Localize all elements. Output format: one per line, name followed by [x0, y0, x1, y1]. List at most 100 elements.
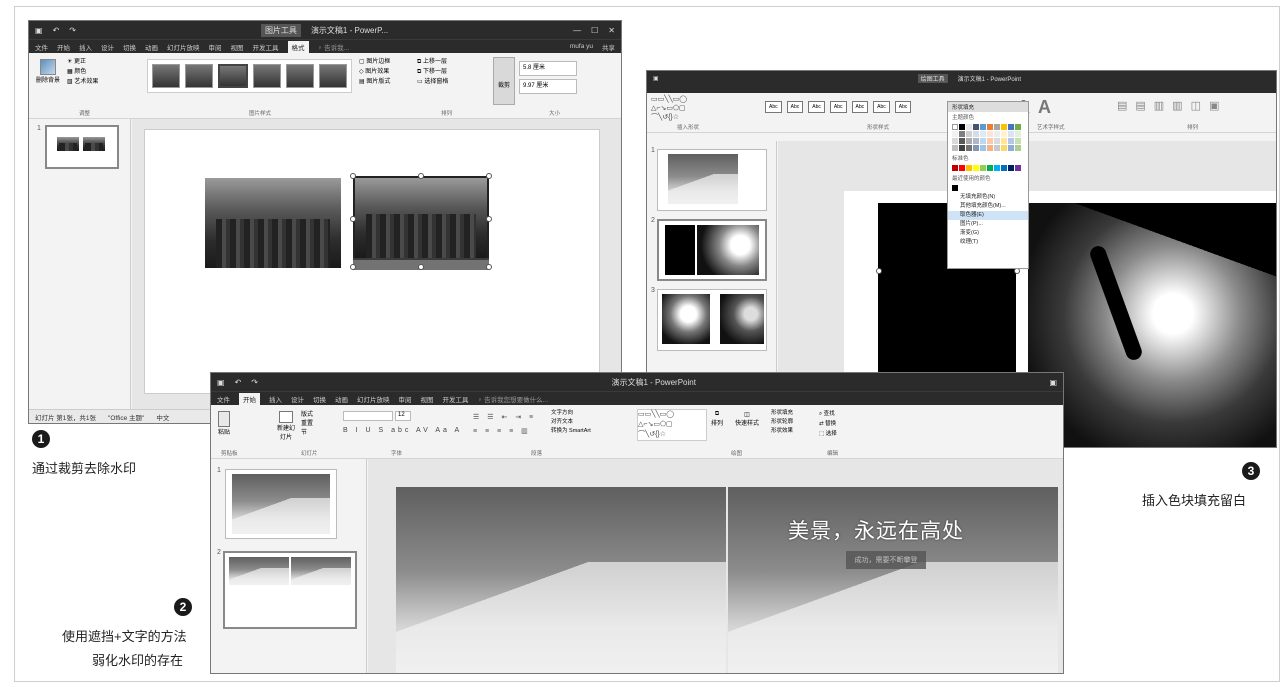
tab-insert[interactable]: 插入 — [79, 42, 92, 52]
quick-styles-button[interactable]: ◫ 快速样式 — [735, 411, 759, 427]
tab-animations[interactable]: 动画 — [335, 394, 348, 404]
undo-icon[interactable]: ↶ — [53, 26, 60, 35]
tab-file[interactable]: 文件 — [35, 42, 48, 52]
slide-thumbnail[interactable] — [223, 551, 357, 629]
selection-pane-button[interactable]: ▭ 选择窗格 — [417, 77, 448, 87]
maximize-icon[interactable]: ☐ — [591, 26, 598, 35]
color-button[interactable]: ▦ 颜色 — [67, 67, 98, 77]
share-button[interactable]: 共享 — [602, 42, 615, 52]
watermark-cover-box[interactable]: 成功，需要不断攀登 — [846, 551, 926, 569]
height-input[interactable]: 5.8 厘米 — [519, 61, 577, 76]
shape-fill-button[interactable]: 形状填充 — [948, 102, 1028, 112]
shape-style[interactable]: Abc — [894, 101, 912, 113]
gradient-fill-item[interactable]: 渐变(G) — [948, 229, 1028, 238]
arrange-buttons[interactable]: ▤▤▥▥◫▣ — [1117, 99, 1227, 112]
eyedropper-item[interactable]: 取色器(E) — [948, 211, 1028, 220]
shape-effects-button[interactable]: 形状效果 — [771, 427, 793, 436]
tab-transitions[interactable]: 切换 — [313, 394, 326, 404]
tab-animations[interactable]: 动画 — [145, 42, 158, 52]
save-icon[interactable]: ▣ — [653, 75, 659, 82]
tab-view[interactable]: 视图 — [421, 394, 434, 404]
style-thumb[interactable] — [319, 64, 347, 88]
tab-view[interactable]: 视图 — [231, 42, 244, 52]
find-button[interactable]: ⌕ 查找 — [819, 409, 837, 419]
section-button[interactable]: 节 — [301, 429, 313, 438]
reset-button[interactable]: 重置 — [301, 420, 313, 429]
redo-icon[interactable]: ↷ — [69, 26, 76, 35]
undo-icon[interactable]: ↶ — [235, 378, 242, 387]
slide-thumbnail[interactable] — [45, 125, 119, 169]
tab-slideshow[interactable]: 幻灯片放映 — [357, 394, 390, 404]
tab-review[interactable]: 审阅 — [209, 42, 222, 52]
bring-forward-button[interactable]: ⧉ 上移一层 — [417, 57, 448, 67]
close-icon[interactable]: ✕ — [608, 26, 615, 35]
corrections-button[interactable]: ☀ 更正 — [67, 57, 98, 67]
save-icon[interactable]: ▣ — [217, 378, 225, 387]
ribbon-display-icon[interactable]: ▣ — [1049, 378, 1057, 387]
tab-design[interactable]: 设计 — [291, 394, 304, 404]
shape-style[interactable]: Abc — [829, 101, 847, 113]
style-thumb[interactable] — [185, 64, 213, 88]
shape-fill-button[interactable]: 形状填充 — [771, 409, 793, 418]
slide-heading[interactable]: 美景，永远在高处 — [788, 515, 964, 545]
crop-handle[interactable] — [350, 264, 356, 270]
arrange-button[interactable]: ⧉ 排列 — [711, 411, 723, 427]
width-input[interactable]: 9.97 厘米 — [519, 79, 577, 94]
tell-me-search[interactable]: ♀ 告诉我您想要做什么... — [478, 394, 549, 404]
tab-developer[interactable]: 开发工具 — [443, 394, 469, 404]
crop-handle[interactable] — [418, 173, 424, 179]
tab-insert[interactable]: 插入 — [269, 394, 282, 404]
remove-background-button[interactable]: 删除背景 — [35, 59, 61, 84]
shape-outline-button[interactable]: 形状轮廓 — [771, 418, 793, 427]
tab-format[interactable]: 格式 — [287, 40, 309, 53]
crop-handle[interactable] — [486, 216, 492, 222]
shape-styles-gallery[interactable]: Abc Abc Abc Abc Abc Abc Abc — [765, 101, 912, 113]
tab-design[interactable]: 设计 — [101, 42, 114, 52]
shapes-gallery[interactable]: ▭▭╲╲▭◯ △⌐↘▭⬠▢ ⌒╲↺{}☆ — [637, 409, 707, 441]
slide-thumbnail[interactable] — [225, 469, 337, 539]
picture-effects-button[interactable]: ◇ 图片效果 — [359, 67, 390, 77]
style-thumb[interactable] — [218, 64, 248, 88]
new-slide-button[interactable]: 新建幻灯片 — [275, 411, 297, 441]
tab-transitions[interactable]: 切换 — [123, 42, 136, 52]
slide-thumbnail[interactable] — [657, 219, 767, 281]
theme-color-swatches[interactable] — [948, 122, 1028, 153]
mountain-photo-cropping[interactable] — [353, 176, 489, 260]
standard-color-swatches[interactable] — [948, 163, 1028, 173]
font-name-input[interactable] — [343, 411, 393, 421]
redo-icon[interactable]: ↷ — [251, 378, 258, 387]
style-thumb[interactable] — [286, 64, 314, 88]
minimize-icon[interactable]: — — [573, 26, 581, 35]
crop-button[interactable]: 裁剪 — [493, 57, 515, 105]
tab-developer[interactable]: 开发工具 — [253, 42, 279, 52]
align-text-button[interactable]: 对齐文本 — [551, 418, 591, 427]
tab-file[interactable]: 文件 — [217, 394, 230, 404]
crop-handle[interactable] — [350, 173, 356, 179]
crop-handle[interactable] — [418, 264, 424, 270]
replace-button[interactable]: ⇄ 替换 — [819, 419, 837, 429]
picture-layout-button[interactable]: ▤ 图片版式 — [359, 77, 390, 87]
text-direction-button[interactable]: 文字方向 — [551, 409, 591, 418]
crop-handle[interactable] — [350, 216, 356, 222]
shape-style[interactable]: Abc — [786, 101, 804, 113]
no-fill-item[interactable]: 无填充颜色(N) — [948, 193, 1028, 202]
style-thumb[interactable] — [253, 64, 281, 88]
recent-color-swatches[interactable] — [948, 183, 1028, 193]
insert-shapes-gallery[interactable]: ▭▭╲╲▭◯ △⌐↘▭⬠▢ ⌒╲↺{}☆ — [651, 95, 723, 123]
shape-style[interactable]: Abc — [808, 101, 825, 113]
select-button[interactable]: ⬚ 选择 — [819, 429, 837, 439]
shape-style[interactable]: Abc — [873, 101, 890, 113]
picture-styles-gallery[interactable] — [147, 59, 352, 93]
slide-thumbnail[interactable] — [657, 289, 767, 351]
tab-slideshow[interactable]: 幻灯片放映 — [167, 42, 200, 52]
crop-handle[interactable] — [486, 264, 492, 270]
selection-handle[interactable] — [876, 268, 882, 274]
send-backward-button[interactable]: ⧉ 下移一层 — [417, 67, 448, 77]
picture-fill-item[interactable]: 图片(P)... — [948, 220, 1028, 229]
font-size-input[interactable]: 12 — [395, 411, 411, 421]
tab-review[interactable]: 审阅 — [399, 394, 412, 404]
tell-me-search[interactable]: ♀ 告诉我... — [318, 42, 350, 52]
paste-button[interactable]: 粘贴 — [215, 411, 233, 436]
crop-handle[interactable] — [486, 173, 492, 179]
style-thumb[interactable] — [152, 64, 180, 88]
